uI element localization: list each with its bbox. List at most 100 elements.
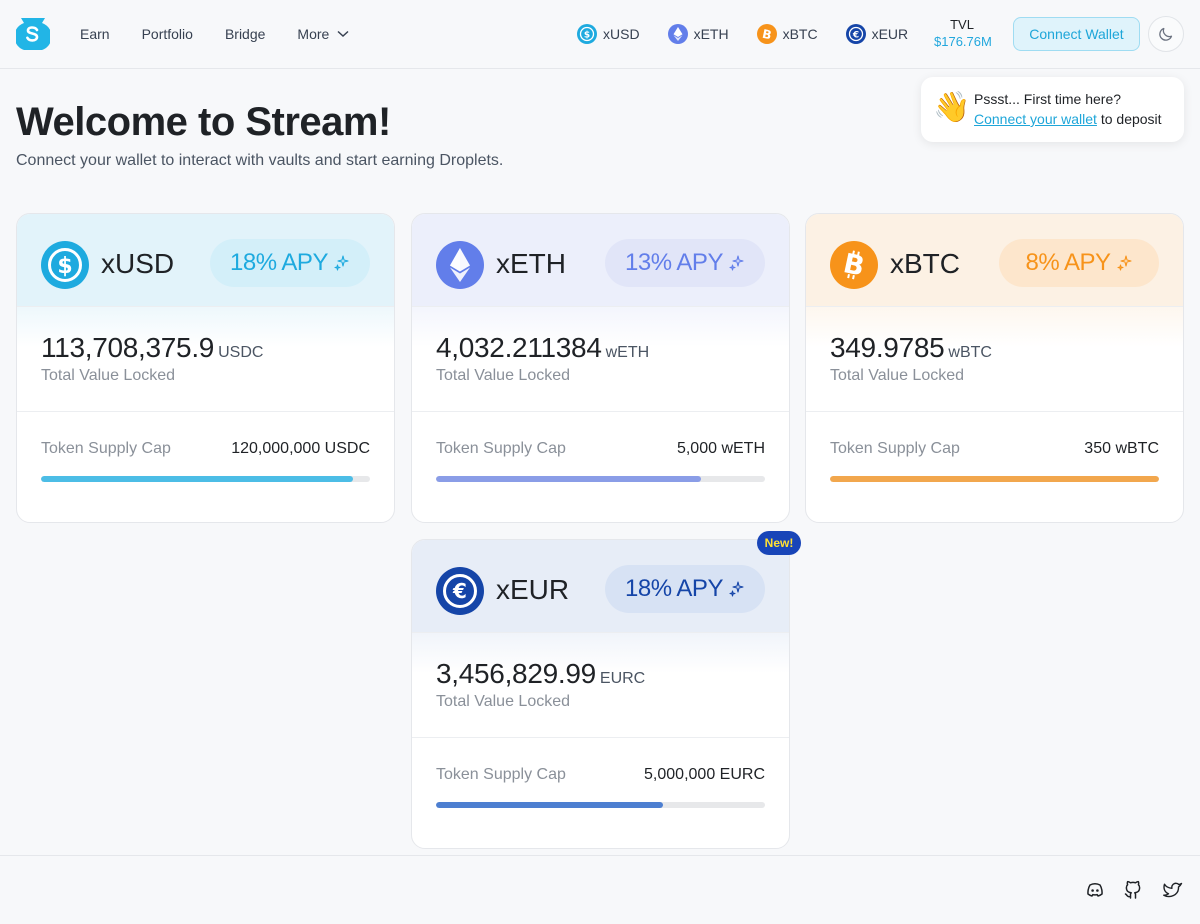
nav-earn-label: Earn <box>80 26 110 42</box>
svg-text:$: $ <box>57 254 72 279</box>
usdc-icon: $ <box>41 241 89 289</box>
tvl-number: 113,708,375.9 <box>41 332 215 363</box>
moon-icon <box>1159 27 1173 41</box>
tvl-number: 4,032.211384 <box>436 332 602 363</box>
supply-progress-bar <box>436 476 765 482</box>
supply-cap-label: Token Supply Cap <box>830 440 960 457</box>
vault-card-xeur[interactable]: € xEUR 18% APY 3,456,829.99 EURC Total Va… <box>411 539 790 849</box>
supply-cap-value: 120,000,000 USDC <box>231 440 370 457</box>
apy-text: 18% APY <box>230 249 328 276</box>
apy-text: 13% APY <box>625 249 723 276</box>
card-divider <box>412 737 789 738</box>
tvl-summary: TVL $176.76M <box>934 16 992 50</box>
eth-icon <box>436 241 484 289</box>
svg-text:€: € <box>851 31 858 41</box>
supply-cap-value: 5,000 wETH <box>676 440 765 457</box>
apy-text: 8% APY <box>1025 249 1111 276</box>
vault-card-xusd[interactable]: $ xUSD 18% APY 113,708,375.9 USDC Total V… <box>16 213 395 523</box>
vault-card-xbtc[interactable]: B xBTC 8% APY 349.9785 wBTC Total Value L… <box>805 213 1184 523</box>
tvl-caption: Total Value Locked <box>830 367 965 384</box>
token-link-xeth[interactable]: xETH <box>667 24 729 44</box>
nav-bridge[interactable]: Bridge <box>225 26 265 42</box>
tvl-number: 349.9785 <box>830 332 945 363</box>
btc-icon: B <box>830 241 878 289</box>
supply-cap-value: 5,000,000 EURC <box>644 766 765 783</box>
card-divider <box>412 411 789 412</box>
supply-progress-fill <box>41 476 353 482</box>
svg-text:$: $ <box>584 31 590 41</box>
apy-text: 18% APY <box>625 575 723 602</box>
btc-icon: B <box>756 24 777 44</box>
tvl-amount: 3,456,829.99 EURC <box>436 658 645 690</box>
supply-progress-fill <box>436 476 702 482</box>
apy-badge: 18% APY <box>210 239 370 287</box>
nav-portfolio-label: Portfolio <box>141 26 193 42</box>
token-link-xeur[interactable]: € xEUR <box>845 24 909 44</box>
vault-name: xUSD <box>101 248 175 279</box>
connect-wallet-link[interactable]: Connect your wallet <box>974 111 1097 127</box>
vault-card-xeth[interactable]: xETH 13% APY 4,032.211384 wETH Total Valu… <box>411 213 790 523</box>
tvl-amount: 113,708,375.9 USDC <box>41 332 263 364</box>
nav-portfolio[interactable]: Portfolio <box>142 26 193 42</box>
sparkles-icon <box>1116 255 1132 271</box>
nav-more-label: More <box>297 26 330 42</box>
page-title: Welcome to Stream! <box>16 100 391 144</box>
token-link-label: xUSD <box>603 26 640 42</box>
tvl-label: TVL <box>950 17 974 32</box>
tooltip-line2-rest: to deposit <box>1100 111 1162 127</box>
sparkles-icon <box>729 581 744 597</box>
eurc-icon: € <box>845 24 866 44</box>
twitter-icon[interactable] <box>1163 880 1183 900</box>
vault-name: xBTC <box>890 248 960 279</box>
svg-text:€: € <box>452 579 467 603</box>
nav-more-dropdown[interactable]: More <box>297 26 349 42</box>
tvl-unit: wBTC <box>948 344 992 361</box>
footer <box>0 855 1200 924</box>
tvl-unit: wETH <box>605 344 650 361</box>
tvl-caption: Total Value Locked <box>436 367 571 384</box>
waving-hand-icon: 👋 <box>933 91 971 124</box>
tvl-unit: USDC <box>218 344 264 361</box>
supply-cap-label: Token Supply Cap <box>436 440 566 457</box>
stream-logo-icon[interactable] <box>16 16 50 50</box>
supply-cap-label: Token Supply Cap <box>436 766 566 783</box>
card-divider <box>806 411 1183 412</box>
tvl-amount: 4,032.211384 wETH <box>436 332 649 364</box>
chevron-down-icon <box>337 30 349 38</box>
top-nav-bar: Earn Portfolio Bridge More $ xUSD xETH B… <box>0 0 1200 69</box>
tvl-value: $176.76M <box>934 34 992 49</box>
eurc-icon: € <box>436 567 484 615</box>
first-time-tooltip: 👋 Pssst... First time here? Connect your… <box>921 77 1184 142</box>
tvl-number: 3,456,829.99 <box>436 658 596 689</box>
new-badge: New! <box>757 531 801 555</box>
supply-progress-fill <box>830 476 1159 482</box>
supply-cap-label: Token Supply Cap <box>41 440 171 457</box>
apy-badge: 13% APY <box>605 239 765 287</box>
sparkles-icon <box>729 255 744 271</box>
vault-name: xETH <box>496 248 566 279</box>
apy-badge: 8% APY <box>999 239 1159 287</box>
apy-badge: 18% APY <box>605 565 765 613</box>
theme-toggle-button[interactable] <box>1148 16 1184 52</box>
token-link-label: xEUR <box>871 26 909 42</box>
usdc-icon: $ <box>577 24 597 44</box>
eth-icon <box>667 24 688 44</box>
token-link-label: xBTC <box>782 26 818 42</box>
card-divider <box>17 411 394 412</box>
supply-progress-fill <box>436 802 664 808</box>
nav-earn[interactable]: Earn <box>80 26 110 42</box>
discord-icon[interactable] <box>1085 880 1105 900</box>
supply-progress-bar <box>41 476 370 482</box>
github-icon[interactable] <box>1123 880 1143 900</box>
tvl-caption: Total Value Locked <box>436 693 571 710</box>
supply-progress-bar <box>436 802 765 808</box>
connect-wallet-button[interactable]: Connect Wallet <box>1013 17 1140 51</box>
tvl-amount: 349.9785 wBTC <box>830 332 992 364</box>
tooltip-line1: Pssst... First time here? <box>974 91 1122 107</box>
page-subtitle: Connect your wallet to interact with vau… <box>16 152 504 169</box>
supply-cap-value: 350 wBTC <box>1084 440 1159 457</box>
token-link-xusd[interactable]: $ xUSD <box>577 24 640 44</box>
token-link-xbtc[interactable]: B xBTC <box>756 24 818 44</box>
tvl-caption: Total Value Locked <box>41 367 176 384</box>
token-link-label: xETH <box>693 26 729 42</box>
